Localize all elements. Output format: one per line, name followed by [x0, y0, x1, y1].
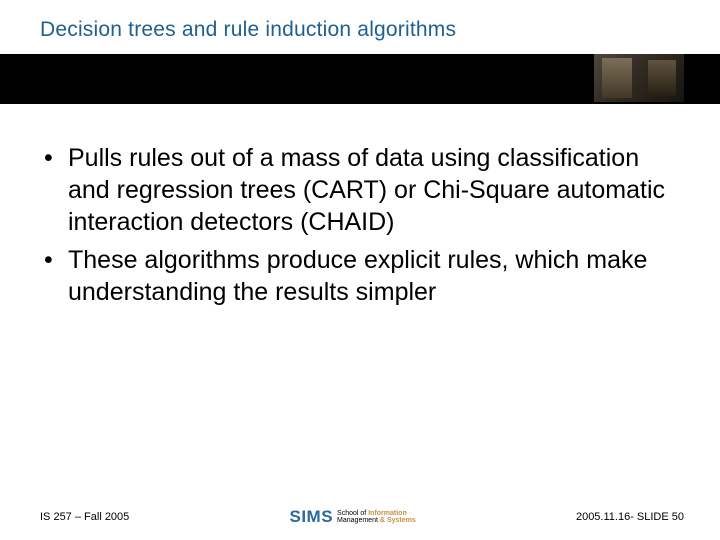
slide-title: Decision trees and rule induction algori…: [40, 18, 720, 42]
header: Decision trees and rule induction algori…: [0, 0, 720, 54]
logo-and: &: [380, 517, 385, 524]
header-band: [0, 54, 720, 104]
footer: IS 257 – Fall 2005 SIMS School of Inform…: [0, 500, 720, 540]
logo-systems: Systems: [387, 517, 416, 524]
logo-sims: SIMS: [289, 507, 333, 527]
bullet-list: Pulls rules out of a mass of data using …: [44, 142, 680, 308]
footer-date-slide: 2005.11.16- SLIDE 50: [576, 511, 684, 523]
slide: Decision trees and rule induction algori…: [0, 0, 720, 540]
footer-logo: SIMS School of Information Management & …: [289, 507, 415, 527]
slide-body: Pulls rules out of a mass of data using …: [0, 104, 720, 540]
bullet-item: These algorithms produce explicit rules,…: [44, 244, 680, 308]
logo-management: Management: [337, 517, 378, 524]
header-photo: [594, 54, 684, 102]
bullet-item: Pulls rules out of a mass of data using …: [44, 142, 680, 238]
logo-subtext: School of Information Management & Syste…: [337, 510, 416, 524]
logo-information: Information: [368, 510, 407, 517]
footer-course: IS 257 – Fall 2005: [40, 511, 129, 523]
logo-school-of: School of: [337, 510, 366, 517]
